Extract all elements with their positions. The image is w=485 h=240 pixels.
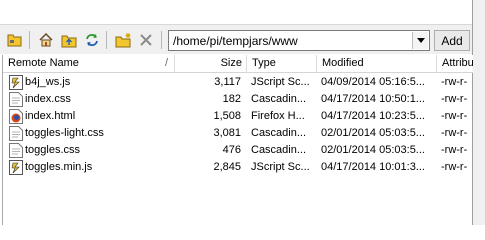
file-list-header: Remote Name / Size Type Modified Attribu [3, 55, 473, 73]
delete-icon [140, 34, 152, 46]
column-header-size-label: Size [220, 57, 242, 69]
file-attributes: -rw-r- [441, 110, 468, 122]
right-panel-edge [472, 0, 485, 225]
column-header-type[interactable]: Type [247, 55, 317, 73]
file-modified: 02/01/2014 05:03:5... [321, 144, 425, 156]
file-size: 1,508 [213, 110, 241, 122]
column-header-name[interactable]: Remote Name / [3, 55, 175, 73]
file-row[interactable]: toggles.min.js 2,845 JScript Sc... 04/17… [3, 159, 473, 176]
file-name: toggles.css [25, 144, 81, 156]
file-attributes: -rw-r- [441, 76, 468, 88]
delete-button[interactable] [137, 31, 155, 49]
file-name: toggles-light.css [25, 127, 104, 139]
column-header-modified[interactable]: Modified [317, 55, 437, 73]
css-file-icon [9, 126, 23, 141]
jscript-file-icon [9, 75, 23, 90]
toolbar-separator [29, 31, 30, 49]
column-header-type-label: Type [252, 57, 276, 69]
file-modified: 04/17/2014 10:01:3... [321, 161, 425, 173]
add-button[interactable]: Add [434, 30, 470, 51]
file-name: index.css [25, 93, 71, 105]
column-header-attributes[interactable]: Attribu [437, 55, 473, 73]
file-row[interactable]: index.html 1,508 Firefox H... 04/17/2014… [3, 108, 473, 125]
file-row[interactable]: toggles-light.css 3,081 Cascadin... 02/0… [3, 125, 473, 142]
file-attributes: -rw-r- [441, 161, 468, 173]
toolbar-separator [161, 31, 162, 49]
file-modified: 04/17/2014 10:23:5... [321, 110, 425, 122]
file-size: 2,845 [213, 161, 241, 173]
file-type: Firefox H... [251, 110, 305, 122]
file-modified: 04/17/2014 10:50:1... [321, 93, 425, 105]
path-dropdown-button[interactable] [412, 32, 428, 49]
refresh-button[interactable] [83, 31, 101, 49]
file-type: Cascadin... [251, 144, 307, 156]
folder-up-icon [61, 35, 77, 48]
open-folder-button[interactable] [6, 31, 24, 49]
file-size: 182 [222, 93, 241, 105]
file-modified: 04/09/2014 05:16:5... [321, 76, 425, 88]
new-folder-icon [115, 33, 130, 48]
file-type: Cascadin... [251, 127, 307, 139]
file-type: Cascadin... [251, 93, 307, 105]
file-row[interactable]: toggles.css 476 Cascadin... 02/01/2014 0… [3, 142, 473, 159]
file-row[interactable]: index.css 182 Cascadin... 04/17/2014 10:… [3, 91, 473, 108]
file-size: 476 [222, 144, 241, 156]
file-type: JScript Sc... [251, 161, 310, 173]
file-attributes: -rw-r- [441, 144, 468, 156]
file-name: b4j_ws.js [25, 76, 71, 88]
css-file-icon [9, 92, 23, 107]
top-blank-area [0, 0, 472, 24]
remote-path-text: /home/pi/tempjars/www [173, 34, 298, 48]
jscript-file-icon [9, 160, 23, 175]
home-icon [39, 32, 53, 47]
file-name: index.html [25, 110, 76, 122]
folder-icon [7, 34, 22, 47]
file-attributes: -rw-r- [441, 93, 468, 105]
new-folder-button[interactable] [114, 31, 132, 49]
html-file-icon [9, 109, 23, 124]
chevron-down-icon [416, 38, 425, 43]
sort-indicator-icon: / [164, 57, 168, 69]
column-header-attributes-label: Attribu [442, 57, 473, 69]
file-size: 3,117 [214, 76, 241, 88]
remote-toolbar: /home/pi/tempjars/www Add [0, 24, 472, 54]
file-attributes: -rw-r- [441, 127, 468, 139]
file-name: toggles.min.js [25, 161, 93, 173]
file-modified: 02/01/2014 05:03:5... [321, 127, 425, 139]
toolbar-separator [106, 31, 107, 49]
file-size: 3,081 [213, 127, 241, 139]
parent-directory-button[interactable] [60, 31, 78, 49]
remote-path-combobox[interactable]: /home/pi/tempjars/www [168, 30, 430, 51]
home-button[interactable] [37, 31, 55, 49]
refresh-icon [86, 34, 98, 46]
column-header-name-label: Remote Name [8, 57, 79, 69]
file-row[interactable]: b4j_ws.js 3,117 JScript Sc... 04/09/2014… [3, 74, 473, 91]
remote-file-list[interactable]: Remote Name / Size Type Modified Attribu… [2, 55, 473, 225]
file-type: JScript Sc... [251, 76, 310, 88]
css-file-icon [9, 143, 23, 158]
column-header-modified-label: Modified [322, 57, 364, 69]
column-header-size[interactable]: Size [175, 55, 247, 73]
